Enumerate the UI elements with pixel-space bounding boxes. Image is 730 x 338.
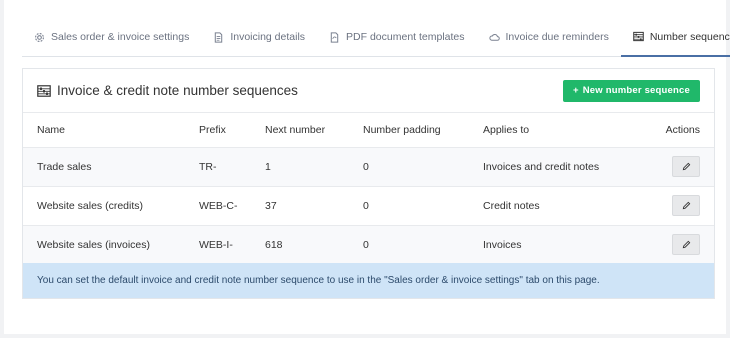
column-header-next-number: Next number [265,123,326,136]
table-row: Website sales (invoices) WEB-I- 618 0 In… [23,224,714,264]
cell-applies-to: Invoices and credit notes [483,146,663,186]
tab-number-sequences[interactable]: Number sequences [620,18,730,57]
tab-label: Sales order & invoice settings [51,31,190,43]
cell-number-padding: 0 [363,185,483,225]
tab-invoicing-details[interactable]: Invoicing details [201,18,317,56]
edit-button[interactable] [672,195,700,216]
cell-applies-to: Invoices [483,224,663,264]
cell-actions [663,224,714,264]
column-header-actions: Actions [665,123,700,136]
plus-icon: + [572,85,579,96]
column-header-applies-to: Applies to [483,123,530,136]
settings-tabs: Sales order & invoice settings Invoicing… [22,18,730,57]
cell-name: Website sales (credits) [23,185,199,225]
table-header-row: Name Prefix Next number Number padding A… [23,113,714,147]
cell-name: Website sales (invoices) [23,224,199,264]
cell-prefix: WEB-C- [199,185,265,225]
column-header-name: Name [37,123,66,136]
panel-header: Invoice & credit note number sequences +… [23,69,714,113]
cell-prefix: TR- [199,146,265,186]
pencil-icon [682,240,690,249]
cloud-icon [488,33,500,41]
cell-next-number: 618 [265,224,363,264]
pencil-icon [682,201,690,210]
cell-actions [663,146,714,186]
abacus-icon [633,31,644,42]
tab-label: Invoice due reminders [505,31,609,43]
panel-title: Invoice & credit note number sequences [37,83,298,98]
gear-icon [35,32,44,42]
info-text: You can set the default invoice and cred… [37,275,600,286]
edit-button[interactable] [672,234,700,256]
document-icon [215,31,223,43]
number-sequences-panel: Invoice & credit note number sequences +… [22,68,715,299]
tab-invoice-due-reminders[interactable]: Invoice due reminders [477,18,621,56]
new-button-label: New number sequence [582,85,690,96]
table-row: Website sales (credits) WEB-C- 37 0 Cred… [23,185,714,225]
sequences-table: Name Prefix Next number Number padding A… [23,113,714,264]
cell-next-number: 37 [265,185,363,225]
cell-prefix: WEB-I- [199,224,265,264]
cell-applies-to: Credit notes [483,185,663,225]
column-header-number-padding: Number padding [363,123,441,136]
cell-next-number: 1 [265,146,363,186]
panel-title-text: Invoice & credit note number sequences [57,83,298,98]
cell-number-padding: 0 [363,224,483,264]
tab-pdf-document-templates[interactable]: PDF document templates [317,18,476,56]
edit-button[interactable] [672,156,700,177]
tab-label: Number sequences [649,30,730,43]
new-number-sequence-button[interactable]: + New number sequence [562,79,700,102]
tab-sales-order-invoice-settings[interactable]: Sales order & invoice settings [22,18,201,56]
info-banner: You can set the default invoice and cred… [23,263,714,298]
pdf-icon [330,31,339,43]
tab-label: PDF document templates [346,31,465,43]
settings-frame: Sales order & invoice settings Invoicing… [4,0,730,334]
cell-number-padding: 0 [363,146,483,186]
column-header-prefix: Prefix [199,123,226,136]
abacus-icon [37,84,51,97]
cell-actions [663,185,714,225]
pencil-icon [682,162,690,171]
tab-label: Invoicing details [230,31,306,43]
table-row: Trade sales TR- 1 0 Invoices and credit … [23,146,714,186]
cell-name: Trade sales [23,146,199,186]
